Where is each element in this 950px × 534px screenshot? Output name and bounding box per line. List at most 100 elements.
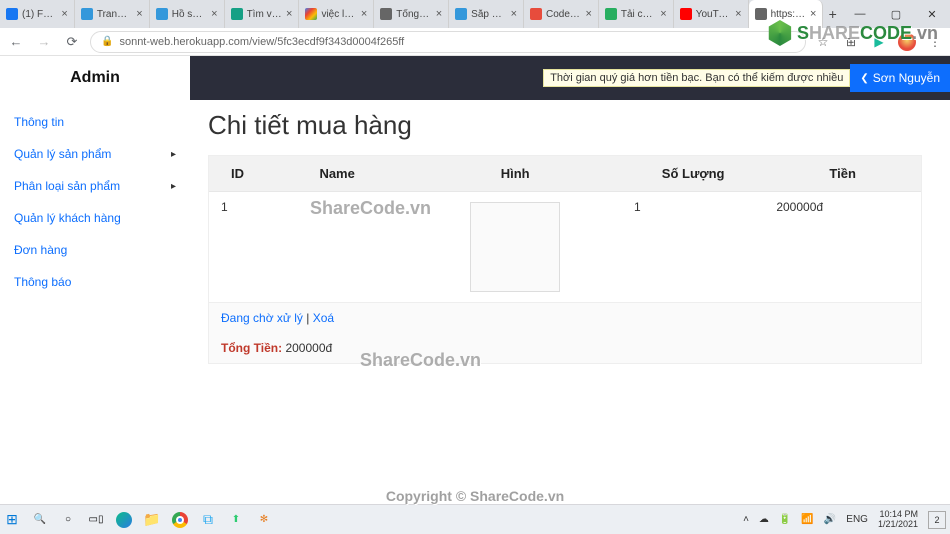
window-minimize-button[interactable]: — bbox=[842, 0, 878, 28]
tab-current[interactable]: https://so × bbox=[749, 0, 824, 28]
tray-lang[interactable]: ENG bbox=[846, 514, 868, 525]
viblo-icon bbox=[81, 8, 93, 20]
menu-icon[interactable]: ⋮ bbox=[926, 33, 944, 51]
tab-topdev[interactable]: Tìm việc là × bbox=[225, 0, 300, 28]
window-close-button[interactable]: ✕ bbox=[914, 0, 950, 28]
browser-toolbar: ← → ⟳ 🔒 sonnt-web.herokuapp.com/view/5fc… bbox=[0, 28, 950, 56]
file-explorer-icon[interactable]: 📁 bbox=[144, 512, 160, 528]
top-header: Thời gian quý giá hơn tiền bạc. Bạn có t… bbox=[190, 56, 950, 100]
tray-wifi-icon[interactable]: 📶 bbox=[801, 514, 813, 525]
sidebar-item-notifications[interactable]: Thông báo bbox=[0, 266, 190, 298]
address-bar[interactable]: 🔒 sonnt-web.herokuapp.com/view/5fc3ecdf9… bbox=[90, 31, 806, 53]
globe-icon bbox=[755, 8, 767, 20]
close-icon[interactable]: × bbox=[61, 8, 67, 20]
viblo-icon bbox=[156, 8, 168, 20]
order-table-wrapper: ID Name Hình Số Lượng Tiền 1 1 200000đ bbox=[208, 155, 922, 364]
close-icon[interactable]: × bbox=[585, 8, 591, 20]
app-icon-1[interactable]: ⬆ bbox=[228, 512, 244, 528]
cell-qty: 1 bbox=[622, 192, 764, 303]
app-icon-2[interactable]: ✻ bbox=[256, 512, 272, 528]
tab-viblo-home[interactable]: Trang chủ× bbox=[75, 0, 150, 28]
total-value: 200000đ bbox=[282, 341, 332, 355]
sidebar-item-products[interactable]: Quản lý sản phẩm▸ bbox=[0, 138, 190, 170]
user-menu-button[interactable]: ❮ Sơn Nguyễn bbox=[850, 64, 950, 92]
col-price: Tiền bbox=[764, 156, 921, 192]
tab-label: Tìm việc là bbox=[247, 9, 282, 20]
total-row: Tổng Tiền: 200000đ bbox=[209, 333, 921, 363]
topdev-icon bbox=[231, 8, 243, 20]
tab-google[interactable]: việc làm t × bbox=[299, 0, 374, 28]
tab-codersx[interactable]: CodersX× bbox=[524, 0, 599, 28]
sharecode-icon bbox=[605, 8, 617, 20]
tab-viblo-profile[interactable]: Hồ sơ cá× bbox=[150, 0, 225, 28]
tray-cloud-icon[interactable]: ☁ bbox=[759, 514, 769, 525]
close-icon[interactable]: × bbox=[211, 8, 217, 20]
cell-price: 200000đ bbox=[764, 192, 921, 303]
total-label: Tổng Tiền: bbox=[221, 341, 282, 355]
edge-icon[interactable] bbox=[116, 512, 132, 528]
nav-back-button[interactable]: ← bbox=[6, 34, 26, 49]
tab-youtube[interactable]: YouTube× bbox=[674, 0, 749, 28]
new-tab-button[interactable]: + bbox=[823, 0, 841, 28]
tray-expand-button[interactable]: ˄ bbox=[743, 514, 749, 525]
tab-facebook[interactable]: (1) Faceb× bbox=[0, 0, 75, 28]
close-icon[interactable]: × bbox=[810, 8, 816, 20]
close-icon[interactable]: × bbox=[735, 8, 741, 20]
nav-forward-button[interactable]: → bbox=[34, 34, 54, 49]
close-icon[interactable]: × bbox=[136, 8, 142, 20]
task-view-button[interactable]: ▭▯ bbox=[88, 512, 104, 528]
sidebar-brand[interactable]: Admin bbox=[0, 56, 190, 100]
caret-right-icon: ▸ bbox=[171, 149, 176, 160]
sidebar-item-label: Quản lý khách hàng bbox=[14, 211, 121, 225]
taskbar-right: ˄ ☁ 🔋 📶 🔊 ENG 10:14 PM 1/21/2021 2 bbox=[743, 510, 946, 529]
close-icon[interactable]: × bbox=[286, 8, 292, 20]
notification-button[interactable]: 2 bbox=[928, 511, 946, 529]
search-button[interactable]: 🔍 bbox=[32, 512, 48, 528]
sidebar: Admin Thông tin Quản lý sản phẩm▸ Phân l… bbox=[0, 56, 190, 504]
status-pending-link[interactable]: Đang chờ xử lý bbox=[221, 311, 303, 325]
user-name: Sơn Nguyễn bbox=[873, 71, 940, 85]
caret-right-icon: ▸ bbox=[171, 181, 176, 192]
sidebar-item-customers[interactable]: Quản lý khách hàng bbox=[0, 202, 190, 234]
taskbar-clock[interactable]: 10:14 PM 1/21/2021 bbox=[878, 510, 918, 529]
tab-sharecode[interactable]: Tải code n× bbox=[599, 0, 674, 28]
sidebar-item-info[interactable]: Thông tin bbox=[0, 106, 190, 138]
tray-sound-icon[interactable]: 🔊 bbox=[824, 514, 836, 525]
close-icon[interactable]: × bbox=[660, 8, 666, 20]
youtube-icon bbox=[680, 8, 692, 20]
tab-globe-1[interactable]: Tổng hợp× bbox=[374, 0, 449, 28]
tab-label: https://so bbox=[771, 9, 806, 20]
tray-battery-icon[interactable]: 🔋 bbox=[779, 514, 791, 525]
page-title: Chi tiết mua hàng bbox=[208, 110, 922, 141]
product-thumbnail bbox=[470, 202, 560, 292]
sidebar-item-label: Đơn hàng bbox=[14, 243, 67, 257]
star-icon[interactable]: ☆ bbox=[814, 33, 832, 51]
extension-icon[interactable]: ⊞ bbox=[842, 33, 860, 51]
taskbar-left: ⊞ 🔍 ○ ▭▯ 📁 ⧉ ⬆ ✻ bbox=[4, 512, 272, 528]
table-row: 1 1 200000đ bbox=[209, 192, 921, 303]
chrome-icon[interactable] bbox=[172, 512, 188, 528]
status-delete-link[interactable]: Xoá bbox=[313, 311, 334, 325]
sidebar-item-orders[interactable]: Đơn hàng bbox=[0, 234, 190, 266]
close-icon[interactable]: × bbox=[511, 8, 517, 20]
tab-label: Sắp xếp t bbox=[471, 9, 506, 20]
nav-reload-button[interactable]: ⟳ bbox=[62, 34, 82, 50]
window-maximize-button[interactable]: ▢ bbox=[878, 0, 914, 28]
sidebar-item-categories[interactable]: Phân loại sản phẩm ▸ bbox=[0, 170, 190, 202]
cortana-button[interactable]: ○ bbox=[60, 512, 76, 528]
profile-avatar[interactable] bbox=[898, 33, 916, 51]
col-id: ID bbox=[209, 156, 266, 192]
codersx-icon bbox=[530, 8, 542, 20]
table-header-row: ID Name Hình Số Lượng Tiền bbox=[209, 156, 921, 192]
sidebar-item-label: Phân loại sản phẩm bbox=[14, 179, 120, 193]
close-icon[interactable]: × bbox=[361, 8, 367, 20]
extension-tv-icon[interactable]: ▶ bbox=[870, 33, 888, 51]
close-icon[interactable]: × bbox=[436, 8, 442, 20]
tab-viblo-sort[interactable]: Sắp xếp t × bbox=[449, 0, 524, 28]
cell-name bbox=[266, 192, 408, 303]
tab-label: việc làm t bbox=[321, 9, 356, 20]
sidebar-item-label: Thông báo bbox=[14, 275, 71, 289]
vscode-icon[interactable]: ⧉ bbox=[200, 512, 216, 528]
start-button[interactable]: ⊞ bbox=[4, 512, 20, 528]
url-text: sonnt-web.herokuapp.com/view/5fc3ecdf9f3… bbox=[119, 36, 404, 48]
